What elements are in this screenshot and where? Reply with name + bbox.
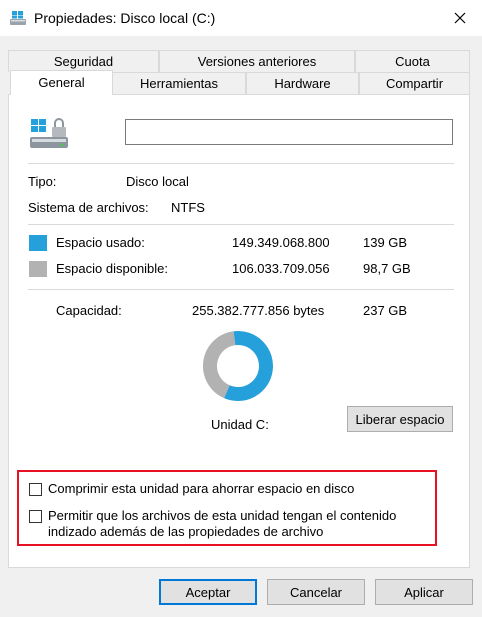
capacity-bytes: 255.382.777.856 bytes <box>192 303 325 318</box>
tab-hardware[interactable]: Hardware <box>246 72 359 94</box>
apply-button[interactable]: Aplicar <box>375 579 473 605</box>
drive-icon <box>10 11 26 25</box>
free-space-label: Espacio disponible: <box>56 261 169 276</box>
cancel-button[interactable]: Cancelar <box>267 579 365 605</box>
free-space-swatch <box>29 261 47 277</box>
type-value: Disco local <box>126 174 189 189</box>
index-checkbox[interactable] <box>29 510 42 523</box>
drive-caption: Unidad C: <box>211 417 269 432</box>
tab-herramientas[interactable]: Herramientas <box>112 72 246 94</box>
compress-checkbox[interactable] <box>29 483 42 496</box>
close-icon <box>454 12 466 24</box>
filesystem-value: NTFS <box>171 200 205 215</box>
filesystem-label: Sistema de archivos: <box>28 200 149 215</box>
used-space-bytes: 149.349.068.800 <box>232 235 330 250</box>
capacity-size: 237 GB <box>363 303 408 318</box>
tab-seguridad[interactable]: Seguridad <box>8 50 159 72</box>
window-title: Propiedades: Disco local (C:) <box>34 10 216 26</box>
divider <box>28 289 454 290</box>
used-space-label: Espacio usado: <box>56 235 145 250</box>
drive-label-input[interactable] <box>125 119 453 145</box>
ok-button[interactable]: Aceptar <box>159 579 257 605</box>
close-button[interactable] <box>448 6 472 30</box>
tab-compartir[interactable]: Compartir <box>359 72 470 94</box>
used-space-arc <box>224 331 273 401</box>
disk-cleanup-button[interactable]: Liberar espacio <box>347 406 453 432</box>
capacity-label: Capacidad: <box>56 303 122 318</box>
used-space-size: 139 GB <box>363 235 408 250</box>
index-label-line2[interactable]: indizado además de las propiedades de ar… <box>48 524 323 540</box>
type-label: Tipo: <box>28 174 57 189</box>
free-space-size: 98,7 GB <box>363 261 411 276</box>
drive-icon <box>30 118 68 148</box>
compress-label[interactable]: Comprimir esta unidad para ahorrar espac… <box>48 481 354 497</box>
free-space-bytes: 106.033.709.056 <box>232 261 330 276</box>
tab-cuota[interactable]: Cuota <box>355 50 470 72</box>
used-space-swatch <box>29 235 47 251</box>
divider <box>28 163 454 164</box>
title-bar: Propiedades: Disco local (C:) <box>0 0 482 36</box>
tab-versiones-anteriores[interactable]: Versiones anteriores <box>159 50 355 72</box>
divider <box>28 224 454 225</box>
free-space-arc <box>203 331 236 399</box>
index-label-line1[interactable]: Permitir que los archivos de esta unidad… <box>48 508 396 524</box>
tab-general[interactable]: General <box>10 70 113 95</box>
disk-usage-donut <box>203 331 273 401</box>
